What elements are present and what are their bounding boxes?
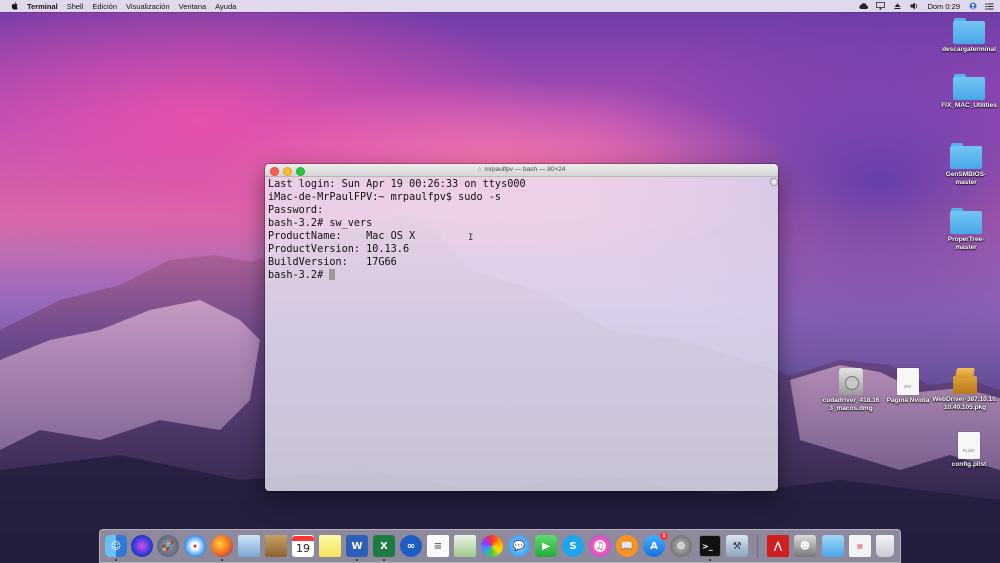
- terminal-prompt-line: bash-3.2#: [268, 269, 526, 282]
- menu-ayuda[interactable]: Ayuda: [215, 2, 236, 11]
- terminal-line: bash-3.2# sw_vers: [268, 218, 373, 229]
- scroll-arrow-icon[interactable]: [770, 178, 778, 186]
- launchpad-icon[interactable]: 🚀: [157, 535, 179, 557]
- skype-icon[interactable]: S: [562, 535, 584, 557]
- terminal-line: ProductName: Mac OS X: [268, 231, 416, 242]
- stickies-icon[interactable]: [319, 535, 341, 557]
- notebook-icon[interactable]: [265, 535, 287, 557]
- ibeam-cursor-icon: I: [468, 233, 474, 243]
- terminal-line: Password:: [268, 205, 324, 216]
- photos-icon[interactable]: [481, 535, 503, 557]
- app-store-icon[interactable]: A1: [643, 532, 668, 557]
- preview-icon[interactable]: [238, 535, 260, 557]
- volume-icon[interactable]: [910, 2, 919, 10]
- facetime-icon[interactable]: ▶: [535, 535, 557, 557]
- folder-icon: [953, 18, 985, 44]
- document-icon: RTF: [897, 368, 919, 395]
- terminal-output[interactable]: Last login: Sun Apr 19 00:26:33 on ttys0…: [268, 178, 526, 282]
- desktop-icon-gensmbios-master[interactable]: GenSMBIOS-master: [931, 143, 1000, 187]
- photo-scan-icon[interactable]: [454, 535, 476, 557]
- xcode-instruments-icon[interactable]: ⚒: [726, 535, 748, 557]
- terminal-line: BuildVersion: 17G66: [268, 257, 397, 268]
- folder-icon: [950, 143, 982, 169]
- terminal-icon[interactable]: >_: [699, 535, 721, 557]
- notification-center-icon[interactable]: [985, 2, 994, 10]
- terminal-titlebar[interactable]: ⌂ mrpaulfpv — bash — 80×24: [265, 164, 778, 177]
- airplay-icon[interactable]: [876, 2, 886, 10]
- siri-icon[interactable]: [131, 535, 153, 557]
- desktop-icon-fix-mac-utilities[interactable]: FIX_MAC_Utilities: [934, 74, 1000, 110]
- desktop-icon-descargaterminal[interactable]: descargaterminal: [934, 18, 1000, 54]
- word-icon[interactable]: W: [346, 535, 368, 557]
- desktop-icon-config-plist[interactable]: PLIST config.plist: [934, 432, 1000, 469]
- terminal-line: iMac-de-MrPaulFPV:~ mrpaulfpv$ sudo -s: [268, 192, 502, 203]
- ibooks-icon[interactable]: 📖: [616, 535, 638, 557]
- terminal-line: ProductVersion: 10.13.6: [268, 244, 410, 255]
- finder-icon[interactable]: ☺: [105, 535, 127, 557]
- user-icon[interactable]: [968, 2, 977, 10]
- safari-icon[interactable]: ✦: [184, 535, 206, 557]
- trash-icon[interactable]: [876, 535, 894, 557]
- text-cursor: [329, 269, 336, 280]
- menu-visualizacion[interactable]: Visualización: [126, 2, 170, 11]
- apple-menu-icon[interactable]: [9, 2, 19, 10]
- itunes-icon[interactable]: ♫: [589, 535, 611, 557]
- messages-icon[interactable]: 💬: [508, 535, 530, 557]
- folder-icon: [953, 74, 985, 100]
- disk-image-icon: [839, 368, 863, 395]
- terminal-line: Last login: Sun Apr 19 00:26:33 on ttys0…: [268, 179, 526, 190]
- window-title: mrpaulfpv — bash — 80×24: [484, 166, 566, 173]
- firefox-icon[interactable]: [211, 535, 233, 557]
- folder-icon: [950, 208, 982, 234]
- document-icon: PLIST: [958, 432, 980, 459]
- silhouette-app-icon[interactable]: ☻: [794, 535, 816, 557]
- eject-icon[interactable]: [893, 2, 902, 10]
- calendar-icon[interactable]: 19: [292, 535, 314, 557]
- menu-ventana[interactable]: Ventana: [179, 2, 207, 11]
- dock: ☺ 🚀 ✦ 19 W X ∞ ≡ 💬 ▶ S ♫ 📖 A1 ⚙ >_ ⚒ ⋀ ☻…: [99, 529, 901, 563]
- downloads-stack-icon[interactable]: [822, 535, 844, 557]
- terminal-content[interactable]: Last login: Sun Apr 19 00:26:33 on ttys0…: [265, 177, 778, 491]
- menu-app-name[interactable]: Terminal: [27, 2, 58, 11]
- acrobat-icon[interactable]: ⋀: [767, 535, 789, 557]
- infinity-app-icon[interactable]: ∞: [400, 535, 422, 557]
- home-folder-icon: ⌂: [477, 166, 482, 173]
- package-icon: [950, 368, 980, 394]
- menu-shell[interactable]: Shell: [67, 2, 84, 11]
- system-preferences-icon[interactable]: ⚙: [670, 535, 692, 557]
- menu-bar: Terminal Shell Edición Visualización Ven…: [0, 0, 1000, 12]
- menu-clock[interactable]: Dom 0:29: [927, 2, 960, 11]
- desktop-icon-propertree-master[interactable]: ProperTree-master: [931, 208, 1000, 252]
- textedit-icon[interactable]: ≡: [427, 535, 449, 557]
- excel-icon[interactable]: X: [373, 535, 395, 557]
- creative-cloud-icon[interactable]: [859, 2, 869, 10]
- terminal-window[interactable]: ⌂ mrpaulfpv — bash — 80×24 Last login: Su…: [265, 164, 778, 491]
- app-store-badge: 1: [660, 532, 668, 540]
- terminal-scrollbar[interactable]: [770, 178, 778, 223]
- calendar-day: 19: [296, 542, 310, 555]
- menu-edicion[interactable]: Edición: [92, 2, 117, 11]
- dock-separator: [757, 534, 758, 559]
- documents-stack-icon[interactable]: ▤: [849, 535, 871, 557]
- desktop-icon-webdriver-pkg[interactable]: WebDriver-387.10.10.10.40.105.pkg: [930, 368, 1000, 412]
